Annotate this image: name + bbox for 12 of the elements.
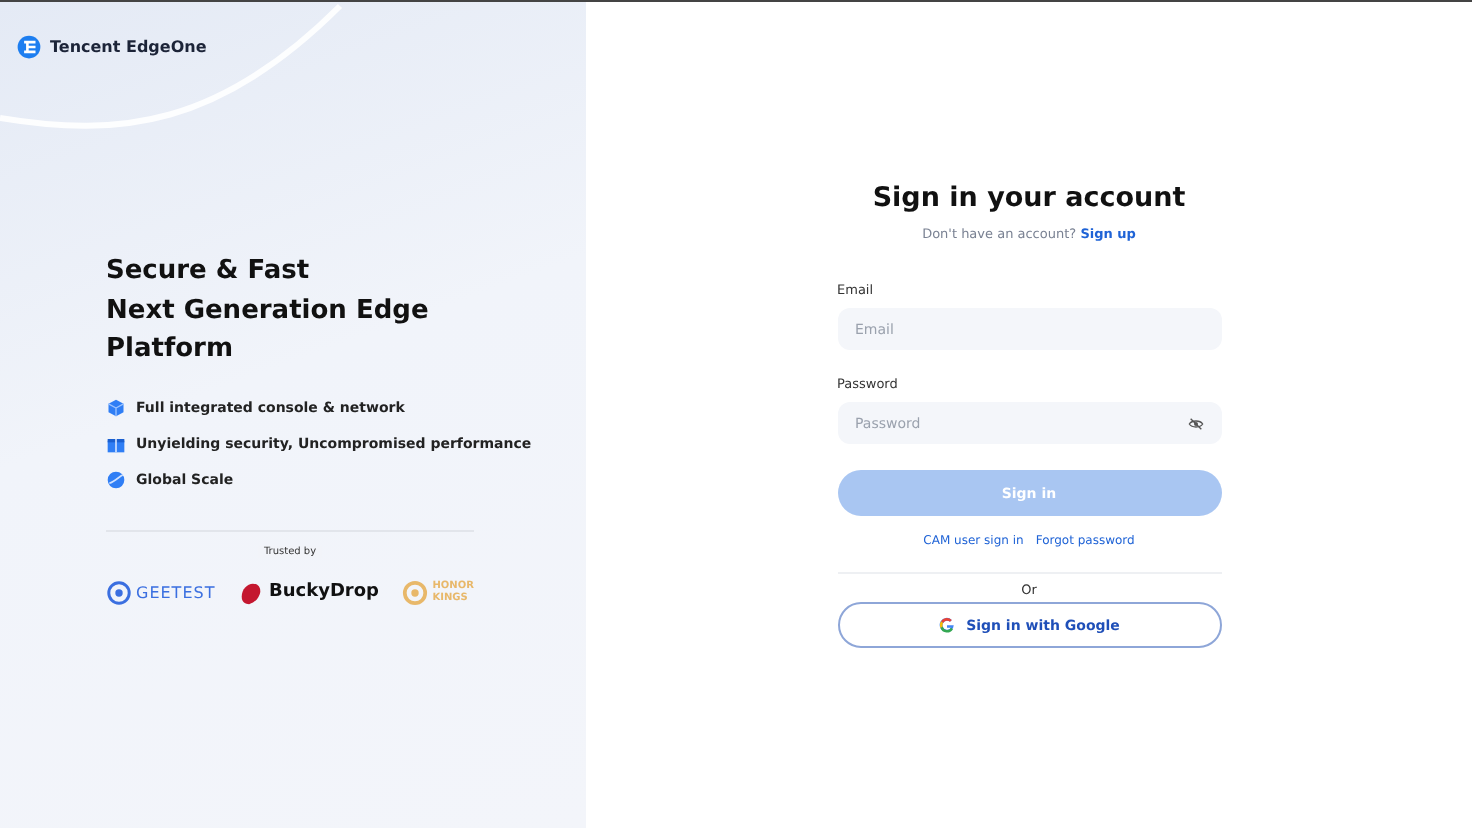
partner-logo-text: BuckyDrop [268, 582, 379, 602]
ring-logo-icon [106, 579, 132, 605]
hidden-eye-icon[interactable] [1187, 415, 1203, 431]
headline: Secure & Fast Next Generation Edge Platform [106, 254, 431, 368]
globe-icon [106, 469, 126, 489]
logo-icon [16, 34, 42, 60]
partner-logo-text: GEETEST [136, 583, 216, 601]
google-icon [938, 616, 957, 634]
brand-name: Tencent EdgeOne [50, 38, 207, 56]
cube-icon [106, 397, 126, 417]
ring-logo-icon [402, 579, 429, 605]
form-title: Sign in your account [870, 182, 1188, 214]
